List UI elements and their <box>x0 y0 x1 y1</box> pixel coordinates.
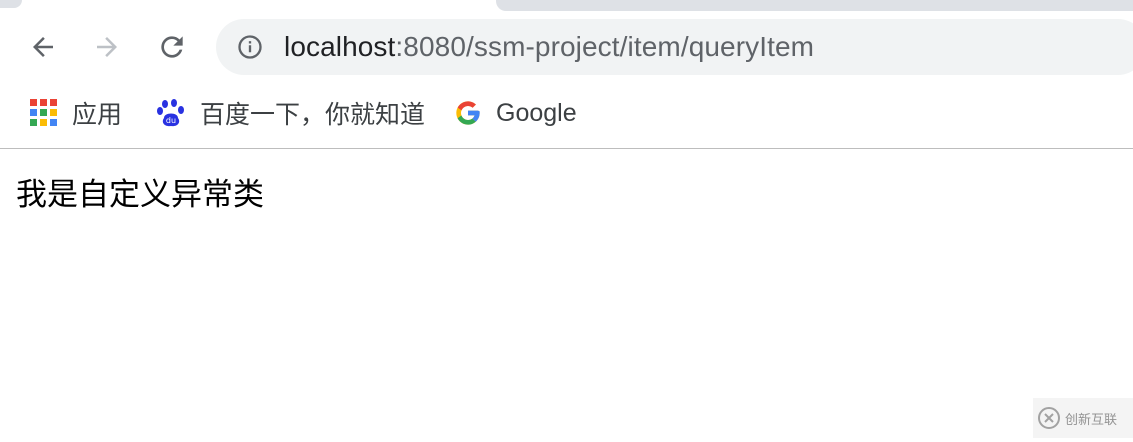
apps-grid-icon <box>30 99 58 127</box>
page-content: 我是自定义异常类 <box>0 149 1133 442</box>
bookmark-baidu[interactable]: du 百度一下，你就知道 <box>156 95 425 131</box>
baidu-paw-icon: du <box>157 99 184 127</box>
info-icon[interactable] <box>236 33 264 61</box>
url-path: :8080/ssm-project/item/queryItem <box>395 31 815 62</box>
bookmark-label: 应用 <box>72 101 123 129</box>
tab-edge-right[interactable] <box>496 0 1133 11</box>
watermark-logo-icon <box>1038 407 1060 429</box>
bookmarks-bar: 应用 du 百度一下，你就知道 Google <box>0 82 1133 149</box>
reload-icon <box>161 36 183 58</box>
arrow-left-icon <box>33 37 53 57</box>
forward-button[interactable] <box>90 30 124 64</box>
url-host: localhost <box>284 31 396 62</box>
browser-toolbar: localhost:8080/ssm-project/item/queryIte… <box>0 12 1133 82</box>
url-text[interactable]: localhost:8080/ssm-project/item/queryIte… <box>284 31 814 63</box>
watermark-text: 创新互联 <box>1065 412 1118 428</box>
back-button[interactable] <box>26 30 60 64</box>
tab-edge-left[interactable] <box>0 0 22 8</box>
reload-button[interactable] <box>155 30 189 64</box>
bookmark-apps[interactable]: 应用 <box>30 95 122 131</box>
watermark: 创新互联 <box>1033 398 1133 438</box>
bookmark-google[interactable]: Google <box>454 95 577 131</box>
google-g-icon <box>456 101 480 125</box>
arrow-right-icon <box>97 37 117 57</box>
tab-strip <box>0 0 1133 12</box>
address-bar[interactable]: localhost:8080/ssm-project/item/queryIte… <box>216 19 1133 75</box>
bookmark-label: 百度一下，你就知道 <box>200 101 426 129</box>
svg-text:du: du <box>166 116 176 125</box>
error-message: 我是自定义异常类 <box>16 177 264 213</box>
bookmark-label: Google <box>496 98 577 127</box>
